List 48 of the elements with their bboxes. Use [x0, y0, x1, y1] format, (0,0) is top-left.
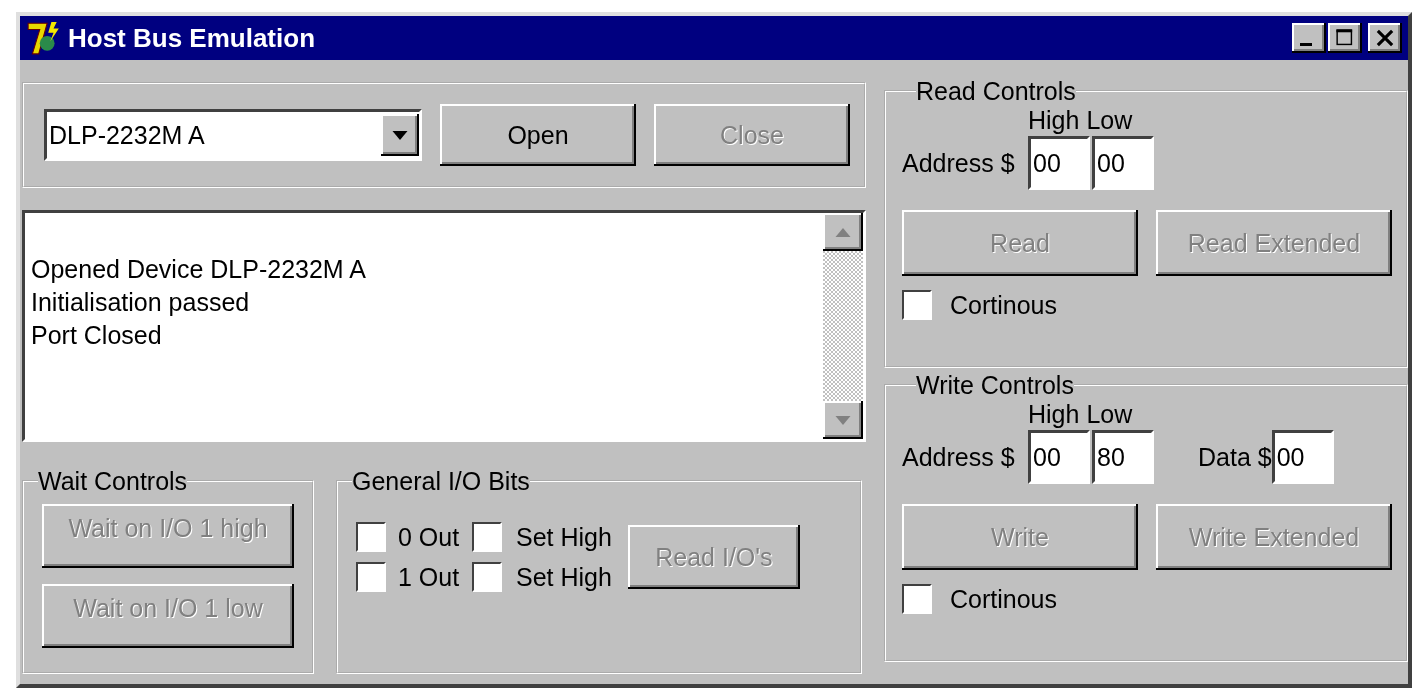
- address-high-field[interactable]: 00: [1028, 430, 1090, 484]
- group-title: General I/O Bits: [352, 468, 530, 494]
- log-line: Port Closed: [31, 320, 163, 351]
- checkbox[interactable]: [356, 562, 386, 592]
- high-label: High: [1028, 400, 1080, 428]
- close-icon: [1375, 28, 1395, 48]
- set-high-label: Set High: [516, 522, 612, 552]
- close-button[interactable]: [1368, 23, 1402, 53]
- address-label: Address $: [902, 442, 1016, 472]
- app-icon: [26, 20, 62, 56]
- dropdown-button[interactable]: [381, 114, 419, 156]
- scrollbar[interactable]: [823, 213, 863, 439]
- group-title: Wait Controls: [38, 468, 188, 494]
- arrow-up-icon: [835, 227, 851, 237]
- set-high-label: Set High: [516, 562, 612, 592]
- window-title: Host Bus Emulation: [68, 22, 315, 54]
- checkbox[interactable]: [356, 522, 386, 552]
- address-low-field[interactable]: 00: [1092, 136, 1154, 190]
- log-line: Opened Device DLP-2232M A: [31, 254, 367, 285]
- address-high-field[interactable]: 00: [1028, 136, 1090, 190]
- minimize-button[interactable]: [1292, 23, 1326, 53]
- group-title: Write Controls: [916, 372, 1074, 398]
- address-label: Address $: [902, 148, 1016, 178]
- maximize-icon: [1335, 28, 1355, 48]
- data-field[interactable]: 00: [1271, 430, 1334, 484]
- high-label: High: [1028, 106, 1080, 134]
- minimize-icon: [1300, 42, 1312, 46]
- checkbox[interactable]: [472, 522, 502, 552]
- bit-label: 0 Out: [398, 522, 461, 552]
- low-label: Low: [1086, 400, 1133, 428]
- group-title: Read Controls: [916, 78, 1076, 104]
- checkbox[interactable]: [472, 562, 502, 592]
- scroll-up-button[interactable]: [823, 213, 863, 251]
- checkbox[interactable]: [902, 584, 932, 614]
- open-button[interactable]: Open: [440, 104, 636, 166]
- scroll-down-button[interactable]: [823, 401, 863, 439]
- arrow-down-icon: [835, 415, 851, 425]
- checkbox[interactable]: [902, 290, 932, 320]
- device-dropdown[interactable]: DLP-2232M A: [44, 109, 422, 161]
- data-label: Data $: [1198, 442, 1272, 472]
- continuous-label: Cortinous: [950, 584, 1057, 614]
- bit-label: 1 Out: [398, 562, 461, 592]
- continuous-label: Cortinous: [950, 290, 1057, 320]
- low-label: Low: [1086, 106, 1133, 134]
- caret-down-icon: [392, 130, 408, 140]
- maximize-button[interactable]: [1328, 23, 1362, 53]
- address-low-field[interactable]: 80: [1092, 430, 1154, 484]
- log-line: Initialisation passed: [31, 287, 251, 318]
